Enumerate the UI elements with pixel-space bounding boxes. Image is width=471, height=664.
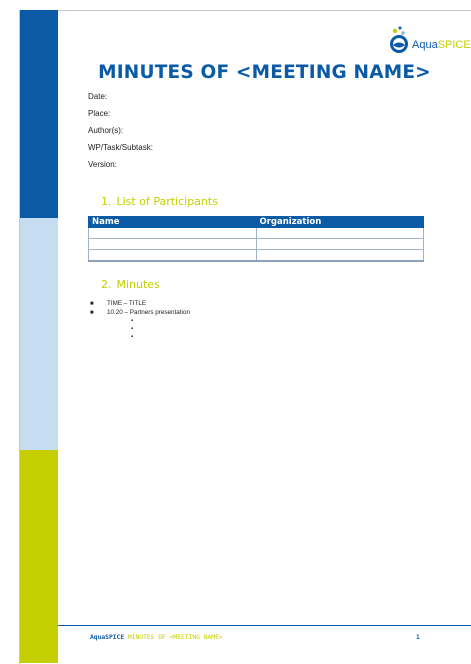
table-cell[interactable] bbox=[255, 249, 424, 262]
footer-text: AquaSPICE MINUTES OF <MEETING NAME> bbox=[90, 634, 223, 641]
table-row bbox=[88, 249, 424, 262]
page-title: MINUTES OF <MEETING NAME> bbox=[98, 62, 431, 83]
aquaspice-logo: AquaSPICE bbox=[384, 22, 471, 56]
column-header-organization: Organization bbox=[255, 216, 424, 228]
logo-text: AquaSPICE bbox=[412, 39, 471, 51]
table-cell[interactable] bbox=[255, 227, 424, 239]
sub-list-item: ▪ bbox=[131, 334, 134, 340]
side-band-green bbox=[20, 450, 58, 663]
table-row bbox=[88, 227, 424, 239]
meta-wp-task: WP/Task/Subtask: bbox=[88, 143, 153, 152]
page-border bbox=[19, 10, 471, 664]
participants-table: Name Organization bbox=[88, 216, 424, 262]
page-number: 1 bbox=[416, 634, 420, 641]
bullet-icon: ■ bbox=[90, 310, 94, 316]
side-band-light-blue bbox=[20, 218, 58, 450]
logo-drop-icon bbox=[390, 26, 408, 53]
column-header-name: Name bbox=[88, 216, 257, 228]
minutes-list: ■ TIME – TITLE ■ 10.20 – Partners presenta… bbox=[90, 299, 190, 341]
table-cell[interactable] bbox=[88, 249, 257, 262]
sub-list-item: ▪ bbox=[131, 326, 134, 332]
sub-list-item: ▪ bbox=[131, 318, 134, 324]
meta-version: Version: bbox=[88, 160, 117, 169]
table-row bbox=[88, 238, 424, 250]
meta-authors: Author(s): bbox=[88, 126, 124, 135]
list-item: ■ TIME – TITLE bbox=[90, 300, 147, 307]
list-item: ■ 10.20 – Partners presentation bbox=[90, 309, 190, 316]
table-cell[interactable] bbox=[88, 227, 257, 239]
meta-date: Date: bbox=[88, 92, 108, 101]
footer-divider bbox=[58, 625, 471, 626]
section-heading-minutes: 2. Minutes bbox=[101, 278, 160, 291]
table-header-row: Name Organization bbox=[88, 216, 424, 228]
section-heading-participants: 1. List of Participants bbox=[101, 195, 218, 208]
table-cell[interactable] bbox=[88, 238, 257, 250]
table-cell[interactable] bbox=[255, 238, 424, 250]
meta-place: Place: bbox=[88, 109, 111, 118]
side-band-blue bbox=[20, 10, 58, 218]
